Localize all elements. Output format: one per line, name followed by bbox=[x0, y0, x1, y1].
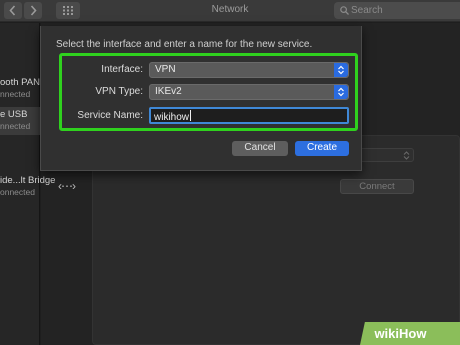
bridge-arrows-icon: ‹⋯› bbox=[58, 179, 76, 193]
service-status: nnected bbox=[0, 121, 31, 131]
search-input[interactable]: Search bbox=[334, 2, 460, 19]
window-toolbar: Network Search bbox=[0, 0, 460, 22]
service-item-bluetooth-pan[interactable]: ooth PAN nnected bbox=[0, 77, 40, 101]
service-item-usb[interactable]: e USB nnected bbox=[0, 107, 40, 135]
new-service-dialog: Select the interface and enter a name fo… bbox=[40, 26, 362, 171]
highlight-box bbox=[59, 53, 358, 131]
chevron-updown-icon bbox=[403, 151, 410, 160]
service-name: ooth PAN bbox=[0, 77, 40, 88]
service-list: ooth PAN nnected e USB nnected ide...lt … bbox=[0, 23, 55, 345]
wikihow-watermark: wikiHow bbox=[360, 322, 460, 345]
service-item-thunderbolt-bridge[interactable]: ide...lt Bridge onnected bbox=[0, 175, 60, 201]
watermark-text: wikiHow bbox=[374, 326, 427, 341]
search-placeholder: Search bbox=[351, 5, 383, 16]
service-name: ide...lt Bridge bbox=[0, 175, 56, 186]
dialog-prompt: Select the interface and enter a name fo… bbox=[56, 39, 313, 50]
connect-button[interactable]: Connect bbox=[340, 179, 414, 194]
create-button[interactable]: Create bbox=[295, 141, 349, 156]
service-status: nnected bbox=[0, 89, 31, 99]
service-status: onnected bbox=[0, 187, 35, 197]
service-name: e USB bbox=[0, 109, 28, 120]
search-icon bbox=[340, 6, 349, 15]
cancel-button[interactable]: Cancel bbox=[232, 141, 288, 156]
